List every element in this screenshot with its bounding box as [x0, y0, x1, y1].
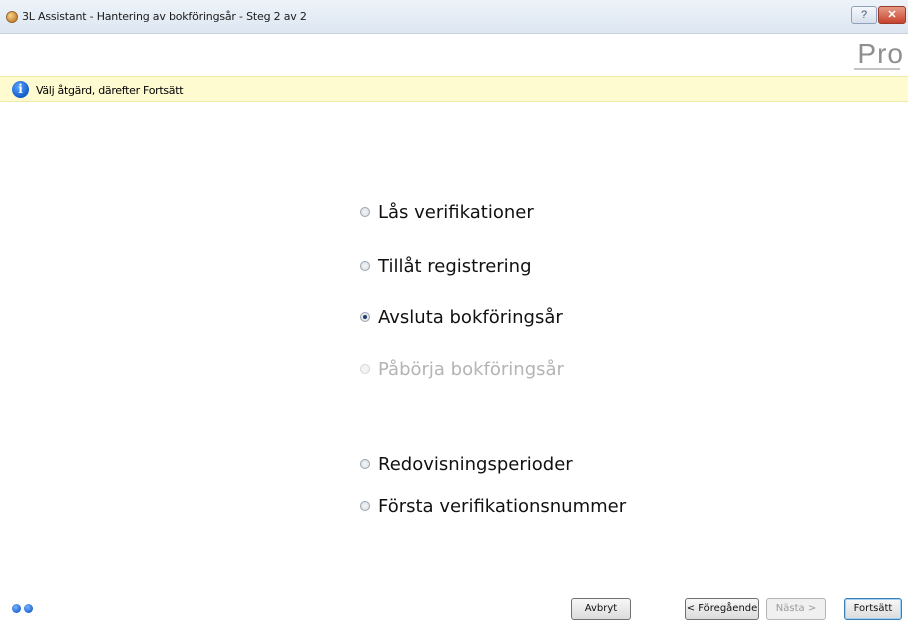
radio-button[interactable]	[360, 459, 370, 469]
radio-button[interactable]	[360, 261, 370, 271]
option-paborja-bokforingsar: Påbörja bokföringsår	[360, 358, 564, 380]
continue-button[interactable]: Fortsätt	[844, 598, 902, 620]
window-title: 3L Assistant - Hantering av bokföringsår…	[22, 10, 307, 23]
radio-button[interactable]	[360, 501, 370, 511]
close-button[interactable]: ✕	[878, 6, 906, 24]
header-band	[0, 34, 908, 74]
option-label: Första verifikationsnummer	[378, 495, 627, 517]
status-dots	[12, 604, 33, 613]
brand-logo: Pro	[857, 38, 904, 69]
help-button[interactable]: ?	[851, 6, 877, 24]
option-label: Redovisningsperioder	[378, 453, 573, 475]
brand-logo-underline	[854, 68, 900, 70]
option-label: Tillåt registrering	[378, 255, 532, 277]
previous-button[interactable]: < Föregående	[685, 598, 759, 620]
option-label: Lås verifikationer	[378, 201, 534, 223]
option-label: Avsluta bokföringsår	[378, 306, 563, 328]
option-label: Påbörja bokföringsår	[378, 358, 564, 380]
next-button: Nästa >	[766, 598, 826, 620]
option-las-verifikationer[interactable]: Lås verifikationer	[360, 201, 534, 223]
option-forsta-verifikationsnummer[interactable]: Första verifikationsnummer	[360, 495, 626, 517]
option-redovisningsperioder[interactable]: Redovisningsperioder	[360, 453, 573, 475]
option-avsluta-bokforingsar[interactable]: Avsluta bokföringsår	[360, 306, 563, 328]
info-bar: i Välj åtgärd, därefter Fortsätt	[0, 76, 908, 102]
status-dot-icon	[12, 604, 21, 613]
radio-button-selected[interactable]	[360, 312, 370, 322]
radio-button[interactable]	[360, 207, 370, 217]
option-tillat-registrering[interactable]: Tillåt registrering	[360, 255, 532, 277]
cancel-button[interactable]: Avbryt	[571, 598, 631, 620]
app-icon	[6, 11, 18, 23]
status-dot-icon	[24, 604, 33, 613]
info-message: Välj åtgärd, därefter Fortsätt	[36, 84, 184, 97]
title-bar: 3L Assistant - Hantering av bokföringsår…	[0, 0, 908, 34]
info-icon: i	[12, 81, 29, 98]
radio-button-disabled	[360, 364, 370, 374]
